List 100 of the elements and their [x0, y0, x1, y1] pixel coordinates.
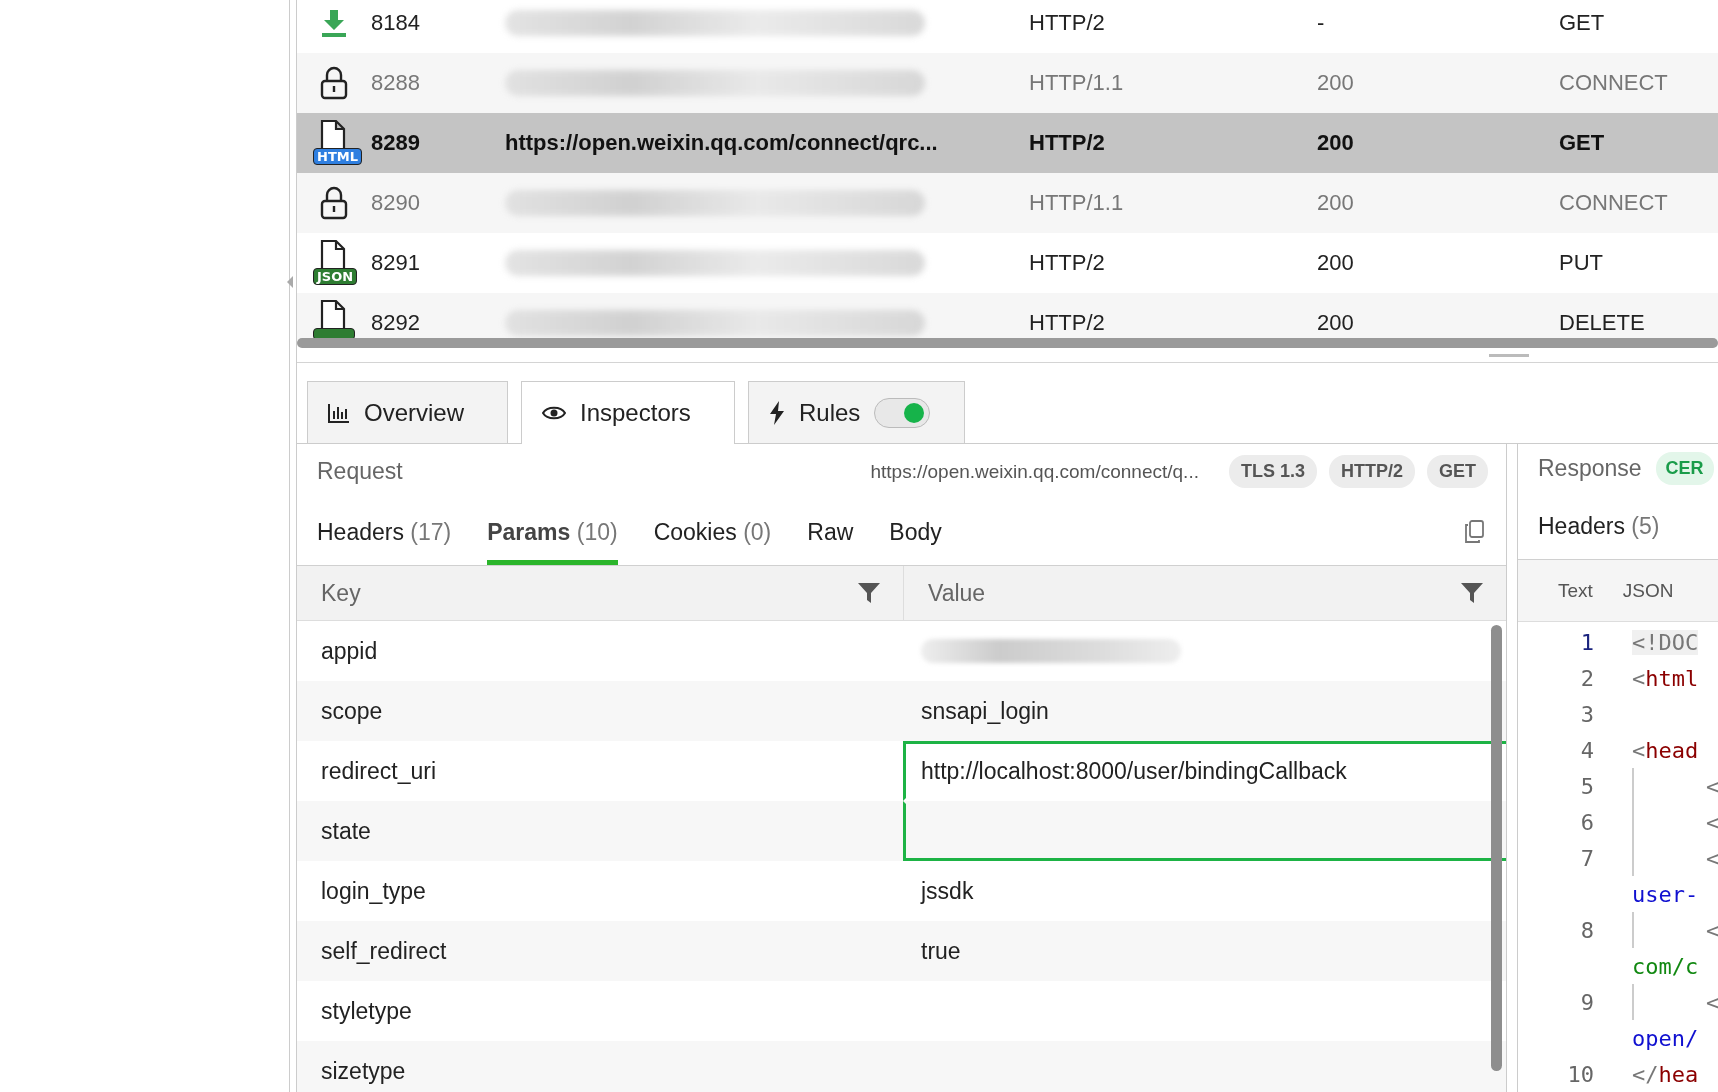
code-text: <!DOC — [1632, 629, 1699, 655]
line-number: 10 — [1566, 1061, 1595, 1087]
code-text: <head — [1632, 737, 1699, 763]
horizontal-scrollbar[interactable] — [297, 338, 1718, 348]
line-number: 4 — [1579, 737, 1595, 763]
session-method: PUT — [1559, 250, 1604, 276]
subtab[interactable]: Headers (17) — [317, 499, 452, 565]
file-type-label: HTML — [313, 148, 362, 165]
session-protocol: HTTP/2 — [1029, 130, 1106, 156]
param-value: jssdk — [919, 876, 975, 906]
panel-title: Response — [1538, 455, 1642, 483]
certificate-tag: CER — [1655, 452, 1714, 486]
file-type-label: JSON — [313, 268, 358, 285]
code-text: com/c — [1632, 953, 1699, 979]
code-text: < — [1706, 917, 1718, 943]
subtab[interactable]: Cookies (0) — [653, 499, 772, 565]
session-url: https://open.weixin.qq.com/connect/qrc... — [505, 130, 939, 156]
tab-label[interactable]: Rules — [799, 398, 861, 427]
session-status: 200 — [1317, 310, 1355, 336]
filter-icon[interactable] — [1460, 581, 1484, 605]
view-tab[interactable]: JSON — [1622, 579, 1674, 602]
code-text: </hea — [1632, 1061, 1699, 1087]
session-row[interactable]: 8290 HTTP/1.1 200 CONNECT — [297, 173, 1718, 233]
session-method: GET — [1559, 130, 1606, 156]
param-key: sizetype — [297, 1041, 903, 1092]
lightning-bolt-icon — [769, 400, 785, 425]
param-key: styletype — [297, 981, 903, 1041]
session-protocol: HTTP/2 — [1029, 250, 1106, 276]
session-row[interactable]: 8184 HTTP/2 - GET — [297, 0, 1718, 53]
session-status: 200 — [1317, 250, 1355, 276]
line-number: 9 — [1579, 989, 1595, 1015]
request-tag: HTTP/2 — [1328, 455, 1415, 488]
session-row[interactable]: 8292 HTTP/2 200 DELETE — [297, 293, 1718, 340]
line-number: 5 — [1579, 773, 1595, 799]
code-text: < — [1706, 773, 1718, 799]
session-method: GET — [1559, 10, 1606, 36]
session-status: 200 — [1317, 190, 1355, 216]
param-value: http://localhost:8000/user/bindingCallback — [921, 757, 1347, 785]
param-key: scope — [297, 681, 903, 741]
session-protocol: HTTP/1.1 — [1029, 190, 1125, 216]
line-number: 8 — [1579, 917, 1595, 943]
subtab[interactable]: Headers (5) — [1538, 493, 1660, 560]
line-number: 7 — [1579, 845, 1595, 871]
padlock-icon — [320, 186, 348, 220]
code-text: < — [1706, 809, 1718, 835]
tab[interactable]: Rules — [748, 381, 965, 443]
session-id: 8290 — [371, 190, 421, 216]
session-id: 8289 — [371, 130, 421, 156]
session-protocol: HTTP/1.1 — [1029, 70, 1125, 96]
line-number: 6 — [1579, 809, 1595, 835]
line-number: 3 — [1579, 701, 1595, 727]
subtab[interactable]: Body — [889, 499, 942, 565]
filter-icon[interactable] — [857, 581, 881, 605]
param-key: redirect_uri — [297, 741, 903, 801]
toggle-switch[interactable] — [874, 397, 931, 428]
line-number: 1 — [1579, 629, 1595, 655]
session-protocol: HTTP/2 — [1029, 310, 1106, 336]
session-id: 8288 — [371, 70, 421, 96]
view-tab[interactable]: Text — [1558, 579, 1593, 602]
tab[interactable]: Inspectors — [521, 381, 735, 444]
panel-title: Request — [317, 458, 404, 485]
param-key: self_redirect — [297, 921, 903, 981]
tab[interactable]: Overview — [307, 381, 508, 443]
request-url: https://open.weixin.qq.com/connect/q... — [870, 460, 1199, 483]
session-status: 200 — [1317, 70, 1355, 96]
code-text: open/ — [1632, 1025, 1699, 1051]
param-value: true — [920, 936, 962, 966]
session-protocol: HTTP/2 — [1029, 10, 1106, 36]
session-row[interactable]: JSON 8291 HTTP/2 200 PUT — [297, 233, 1718, 293]
session-method: CONNECT — [1559, 70, 1669, 96]
line-number: 2 — [1579, 665, 1595, 691]
session-method: CONNECT — [1559, 190, 1669, 216]
copy-icon[interactable] — [1464, 520, 1484, 544]
subtab[interactable]: Raw — [807, 499, 854, 565]
session-status: - — [1317, 10, 1326, 36]
download-arrow-icon — [321, 8, 347, 38]
code-text: user- — [1632, 881, 1699, 907]
column-header: Key — [321, 579, 361, 607]
column-header: Value — [928, 579, 986, 607]
session-id: 8184 — [371, 10, 421, 36]
request-tag: TLS 1.3 — [1228, 455, 1317, 488]
code-text: < — [1706, 989, 1718, 1015]
session-method: DELETE — [1559, 310, 1646, 336]
request-tag: GET — [1427, 455, 1488, 488]
session-id: 8291 — [371, 250, 421, 276]
session-row[interactable]: HTML 8289 https://open.weixin.qq.com/connect/qrc... HTTP/2 200 GET — [297, 113, 1718, 173]
padlock-icon — [320, 66, 348, 100]
param-value: snsapi_login — [920, 696, 1050, 726]
code-text: < — [1706, 845, 1718, 871]
splitter-handle[interactable] — [1489, 354, 1529, 357]
session-row[interactable]: 8288 HTTP/1.1 200 CONNECT — [297, 53, 1718, 113]
session-id: 8292 — [371, 310, 421, 336]
collapse-arrow-icon — [287, 276, 293, 288]
eye-icon — [542, 405, 566, 421]
param-key: state — [297, 801, 903, 861]
param-key: login_type — [297, 861, 903, 921]
vertical-scrollbar[interactable] — [1491, 625, 1502, 1071]
bar-chart-icon — [328, 402, 350, 423]
param-key: appid — [297, 621, 903, 681]
session-status: 200 — [1317, 130, 1355, 156]
